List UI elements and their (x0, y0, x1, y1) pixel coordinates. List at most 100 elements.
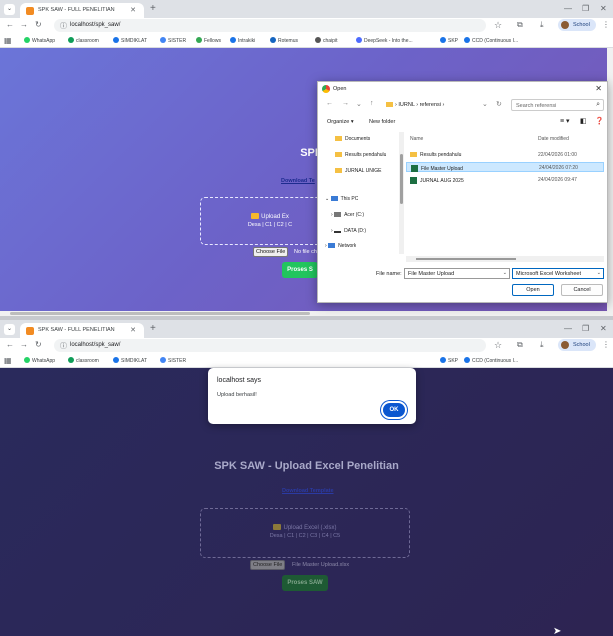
download-icon[interactable]: ⤓ (540, 20, 544, 30)
chevron-down-icon[interactable]: ⌄ (503, 270, 507, 276)
extensions-icon[interactable]: ⧉ (517, 340, 523, 350)
bookmark-item[interactable]: SKP (440, 37, 458, 44)
back-icon[interactable]: ← (6, 340, 14, 349)
extensions-icon[interactable]: ⧉ (517, 20, 523, 30)
column-date-header[interactable]: Date modified (538, 136, 569, 142)
tree-item[interactable]: Results pendahulu (335, 152, 386, 158)
bookmark-item[interactable]: WhatsApp (24, 357, 55, 364)
tree-item-this-pc[interactable]: ⌄ This PC (325, 196, 358, 202)
bookmark-item[interactable]: Intrakiki (230, 37, 255, 44)
organize-button[interactable]: Organize ▾ (327, 119, 354, 125)
up-icon[interactable]: ↑ (370, 100, 374, 107)
back-icon[interactable]: ← (6, 20, 14, 29)
address-bar[interactable]: ⓘ localhost/spk_saw/ (54, 19, 486, 32)
tree-item-drive[interactable]: › Acer (C:) (331, 212, 364, 218)
minimize-icon[interactable]: — (564, 4, 572, 13)
help-icon[interactable]: ❓ (595, 117, 604, 125)
restore-icon[interactable]: ❐ (582, 4, 589, 13)
new-folder-button[interactable]: New folder (369, 119, 395, 125)
proses-saw-button[interactable]: Proses SAW (282, 575, 328, 591)
site-info-icon[interactable]: ⓘ (60, 21, 67, 31)
browser-tab[interactable]: SPK SAW - FULL PENELITIAN ✕ (20, 323, 144, 338)
forward-icon[interactable]: → (20, 340, 28, 349)
bookmark-item[interactable]: SIMDIKLAT (113, 357, 147, 364)
refresh-icon[interactable]: ↻ (496, 100, 502, 108)
bookmark-item[interactable]: classroom (68, 357, 99, 364)
breadcrumb[interactable]: › IURNL › referensi › (386, 102, 444, 108)
menu-icon[interactable]: ⋮ (602, 20, 610, 29)
dropdown-icon[interactable]: ⌄ (356, 100, 362, 108)
choose-file-button[interactable]: Choose File (253, 247, 289, 257)
search-input[interactable]: Search referensi ⌕ (511, 99, 604, 111)
download-template-link[interactable]: Download Template (282, 488, 334, 494)
file-status: No file ch (294, 249, 317, 255)
bookmark-item[interactable]: classroom (68, 37, 99, 44)
site-info-icon[interactable]: ⓘ (60, 341, 67, 351)
browser-tab[interactable]: SPK SAW - FULL PENELITIAN ✕ (20, 3, 144, 18)
tree-item[interactable]: Documents (335, 136, 370, 142)
view-options-icon[interactable]: ≡ ▾ (560, 117, 570, 125)
choose-file-button[interactable]: Choose File (250, 560, 286, 570)
forward-icon[interactable]: → (20, 20, 28, 29)
bookmark-item[interactable]: WhatsApp (24, 37, 55, 44)
tab-bar: ⌄ SPK SAW - FULL PENELITIAN ✕ + — ❐ ✕ (0, 320, 613, 338)
download-icon[interactable]: ⤓ (540, 340, 544, 350)
window-close-icon[interactable]: ✕ (600, 4, 607, 13)
file-row-selected[interactable]: File Master Upload 24/04/2026 07:20 (406, 162, 604, 172)
file-name-input[interactable]: File Master Upload ⌄ (404, 268, 510, 279)
new-tab-icon[interactable]: + (150, 3, 156, 14)
open-button[interactable]: Open (512, 284, 554, 296)
bookmark-item[interactable]: chaipit (315, 37, 337, 44)
bookmark-item[interactable]: SISTER (160, 37, 186, 44)
tab-close-icon[interactable]: ✕ (130, 326, 136, 334)
file-type-select[interactable]: Microsoft Excel Worksheet ⌄ (512, 268, 604, 279)
address-bar[interactable]: ⓘ localhost/spk_saw/ (54, 339, 486, 352)
dialog-close-icon[interactable]: ✕ (595, 84, 602, 93)
bookmark-item[interactable]: SKP (440, 357, 458, 364)
tab-search-icon[interactable]: ⌄ (4, 324, 15, 335)
upload-dropzone[interactable]: Upload Excel (.xlsx) Desa | C1 | C2 | C3… (200, 508, 410, 558)
tree-item-drive[interactable]: › DATA (D:) (331, 228, 366, 234)
mouse-cursor-icon: ➤ (553, 626, 562, 636)
tab-search-icon[interactable]: ⌄ (4, 4, 15, 15)
bookmark-item[interactable]: Fellows (196, 37, 221, 44)
cancel-button[interactable]: Cancel (561, 284, 603, 296)
apps-grid-icon[interactable]: ▦ (4, 36, 12, 45)
bookmark-star-icon[interactable]: ☆ (494, 20, 502, 31)
bookmark-item[interactable]: CCD (Continuous I... (464, 357, 518, 364)
tree-item[interactable]: JURNAL UNIGE (335, 168, 382, 174)
tab-close-icon[interactable]: ✕ (130, 6, 136, 14)
file-row[interactable]: JURNAL AUG 2025 24/04/2026 09:47 (406, 175, 604, 185)
path-dropdown-icon[interactable]: ⌄ (482, 100, 488, 108)
minimize-icon[interactable]: — (564, 324, 572, 333)
back-icon[interactable]: ← (326, 100, 333, 107)
reload-icon[interactable]: ↻ (35, 20, 42, 29)
tree-item-network[interactable]: › Network (325, 243, 356, 249)
restore-icon[interactable]: ❐ (582, 324, 589, 333)
chevron-down-icon[interactable]: ⌄ (597, 270, 601, 276)
proses-saw-button[interactable]: Proses S (282, 262, 318, 278)
bookmark-item[interactable]: SISTER (160, 357, 186, 364)
bookmark-item[interactable]: CCD (Continuous I... (464, 37, 518, 44)
reload-icon[interactable]: ↻ (35, 340, 42, 349)
bookmark-star-icon[interactable]: ☆ (494, 340, 502, 351)
menu-icon[interactable]: ⋮ (602, 340, 610, 349)
bookmark-item[interactable]: SIMDIKLAT (113, 37, 147, 44)
tree-scrollbar[interactable] (399, 132, 404, 254)
new-tab-icon[interactable]: + (150, 323, 156, 334)
ok-button[interactable]: OK (383, 403, 405, 417)
forward-icon[interactable]: → (342, 100, 349, 107)
profile-button[interactable]: School (558, 19, 596, 31)
tab-bar: ⌄ SPK SAW - FULL PENELITIAN ✕ + — ❐ ✕ (0, 0, 613, 18)
preview-pane-icon[interactable]: ◧ (580, 117, 587, 125)
bookmark-item[interactable]: DeepSeek - Into the... (356, 37, 413, 44)
alert-message: Upload berhasil! (217, 392, 257, 398)
column-name-header[interactable]: Name (410, 136, 423, 142)
download-template-link[interactable]: Download Te (281, 178, 315, 184)
apps-grid-icon[interactable]: ▦ (4, 356, 12, 365)
file-row[interactable]: Results pendahulu 22/04/2026 01:00 (406, 150, 604, 160)
profile-button[interactable]: School (558, 339, 596, 351)
bookmark-item[interactable]: Rotemus (270, 37, 298, 44)
file-list-scrollbar[interactable] (406, 256, 604, 262)
window-close-icon[interactable]: ✕ (600, 324, 607, 333)
